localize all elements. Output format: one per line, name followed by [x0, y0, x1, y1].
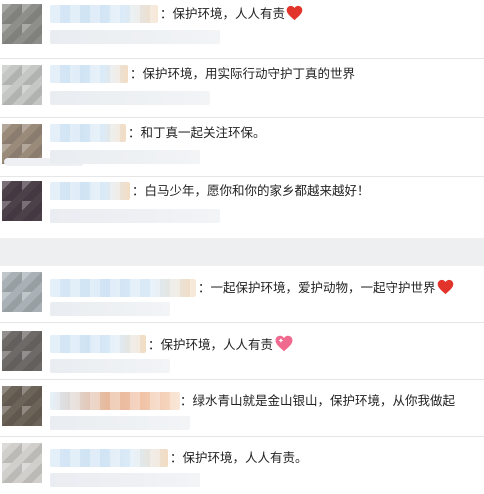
avatar[interactable]: [2, 65, 42, 105]
comment-meta-blurred: [50, 473, 200, 487]
comment-text: ：绿水青山就是金山银山，保护环境，从你我做起: [180, 392, 455, 410]
avatar[interactable]: [2, 181, 42, 221]
comment-meta-blurred: [50, 416, 190, 430]
comment-row[interactable]: ：保护环境，人人有责。: [0, 437, 484, 494]
comment-text: ：保护环境，人人有责: [160, 5, 303, 23]
username-blurred[interactable]: [50, 335, 146, 353]
avatar[interactable]: [2, 386, 42, 426]
username-blurred[interactable]: [50, 182, 130, 200]
red-heart-icon: [437, 279, 453, 295]
username-blurred[interactable]: [50, 449, 168, 467]
comment-row[interactable]: ：保护环境，人人有责: [0, 323, 484, 380]
avatar[interactable]: [2, 4, 42, 44]
username-blurred[interactable]: [50, 5, 158, 23]
red-heart-icon: [286, 5, 303, 21]
comment-content: ：保护环境，人人有责。: [170, 450, 308, 465]
username-blurred[interactable]: [50, 279, 196, 297]
comment-content: ：一起保护环境，爱护动物，一起守护世界: [198, 280, 436, 295]
comment-meta-blurred: [50, 359, 170, 373]
comment-content: ：和丁真一起关注环保。: [128, 125, 266, 140]
comment-content: ：保护环境，用实际行动守护丁真的世界: [130, 66, 356, 81]
sparkling-heart-icon: [275, 335, 293, 352]
comment-row[interactable]: ：一起保护环境，爱护动物，一起守护世界: [0, 266, 484, 323]
comment-row[interactable]: ：保护环境，人人有责: [0, 0, 484, 59]
comment-meta-blurred: [50, 30, 220, 44]
comment-list-top: ：保护环境，人人有责 ：保护环境，用实际行动守护丁真的世界 ：和丁真一起关注环保…: [0, 0, 484, 238]
comment-text: ：保护环境，人人有责: [148, 335, 294, 354]
avatar[interactable]: [2, 272, 42, 312]
username-blurred[interactable]: [50, 124, 126, 142]
comment-text: ：保护环境，用实际行动守护丁真的世界: [130, 65, 355, 83]
comment-row[interactable]: ：白马少年，愿你和你的家乡都越来越好！: [0, 177, 484, 236]
comment-meta-blurred: [50, 302, 170, 316]
comment-row[interactable]: ：保护环境，用实际行动守护丁真的世界: [0, 59, 484, 118]
comment-meta-blurred: [50, 150, 200, 164]
avatar[interactable]: [2, 331, 42, 371]
comment-row[interactable]: ：和丁真一起关注环保。: [0, 118, 484, 177]
username-blurred[interactable]: [50, 392, 180, 410]
avatar[interactable]: [2, 443, 42, 483]
comment-meta-blurred: [50, 209, 220, 223]
username-blurred[interactable]: [50, 65, 128, 83]
comment-content: ：绿水青山就是金山银山，保护环境，从你我做起: [180, 393, 456, 408]
comment-text: ：和丁真一起关注环保。: [128, 124, 266, 142]
comment-row[interactable]: ：绿水青山就是金山银山，保护环境，从你我做起: [0, 380, 484, 437]
comment-list-bottom: ：一起保护环境，爱护动物，一起守护世界 ：保护环境，人人有责 ：绿水青山就是金山…: [0, 266, 484, 494]
comment-content: ：保护环境，人人有责: [148, 337, 274, 352]
section-divider: [0, 238, 484, 266]
comment-content: ：白马少年，愿你和你的家乡都越来越好！: [132, 183, 370, 198]
comment-text: ：白马少年，愿你和你的家乡都越来越好！: [132, 182, 370, 200]
comment-text: ：保护环境，人人有责。: [170, 449, 308, 467]
comment-content: ：保护环境，人人有责: [160, 6, 286, 21]
comment-text: ：一起保护环境，爱护动物，一起守护世界: [198, 279, 454, 297]
comment-meta-blurred: [50, 91, 210, 105]
